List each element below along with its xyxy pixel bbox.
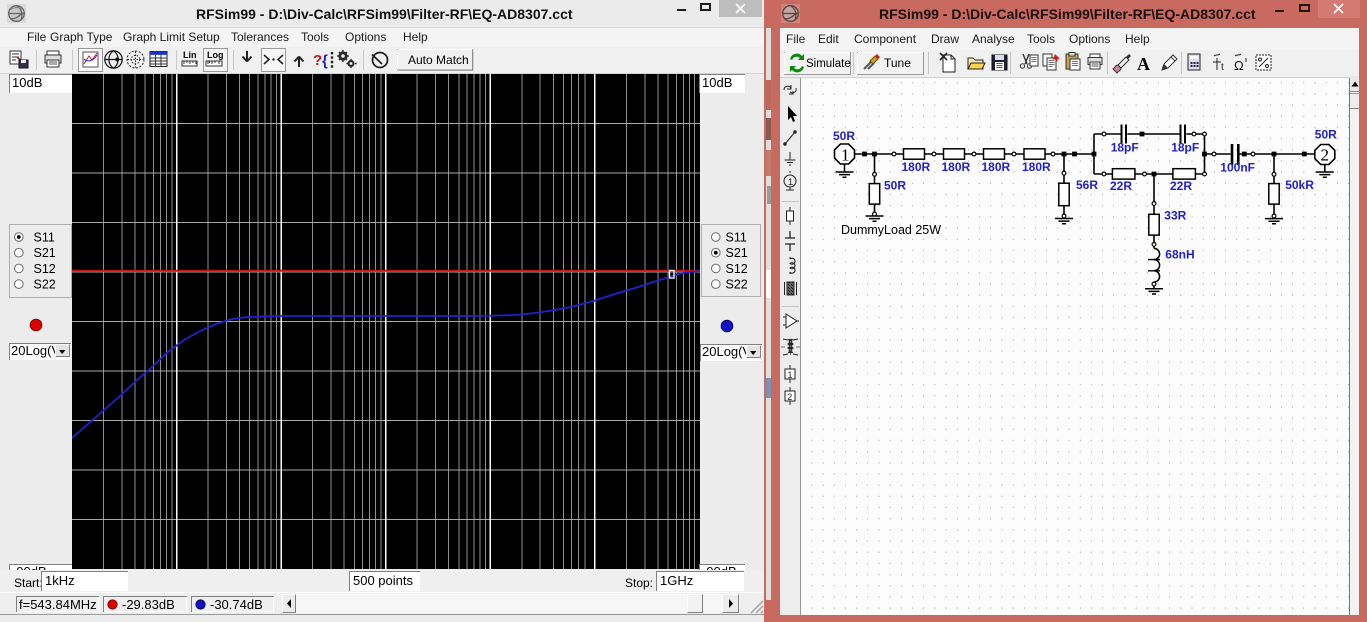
svg-text:68nH: 68nH [1165,248,1194,262]
svg-text:Simulate: Simulate [806,58,851,70]
svg-text:S21: S21 [34,246,56,260]
svg-text:2: 2 [787,392,792,402]
svg-text:DummyLoad 25W: DummyLoad 25W [841,223,941,237]
svg-text:1: 1 [841,146,850,165]
svg-text:2: 2 [1321,146,1330,165]
svg-text:50R: 50R [1315,128,1337,142]
svg-text:S21: S21 [726,246,748,260]
svg-text:Tune: Tune [884,56,911,70]
svg-text:50R: 50R [884,179,906,193]
svg-text:22R: 22R [1170,179,1192,193]
svg-text:18pF: 18pF [1171,141,1199,155]
svg-text:1: 1 [788,177,793,187]
svg-text:S22: S22 [726,278,748,292]
svg-text:56R: 56R [1076,178,1098,192]
svg-text:50kR: 50kR [1285,178,1314,192]
svg-text:S22: S22 [34,278,56,292]
svg-text:180R: 180R [982,160,1011,174]
svg-text:S12: S12 [34,262,56,276]
svg-text:18pF: 18pF [1111,141,1139,155]
svg-text:t: t [1221,62,1224,73]
svg-text:100nF: 100nF [1220,161,1255,175]
svg-text:S11: S11 [726,231,747,245]
svg-text:A: A [1137,54,1150,74]
svg-text:33R: 33R [1164,209,1186,223]
svg-text:1: 1 [788,370,793,380]
svg-text:180R: 180R [902,160,931,174]
svg-text:S12: S12 [726,262,748,276]
svg-text:180R: 180R [1022,160,1051,174]
svg-text:180R: 180R [942,160,971,174]
svg-text:Ω: Ω [1234,58,1244,73]
svg-text:50R: 50R [833,129,855,143]
svg-text:S11: S11 [34,231,55,245]
svg-text:22R: 22R [1110,179,1132,193]
